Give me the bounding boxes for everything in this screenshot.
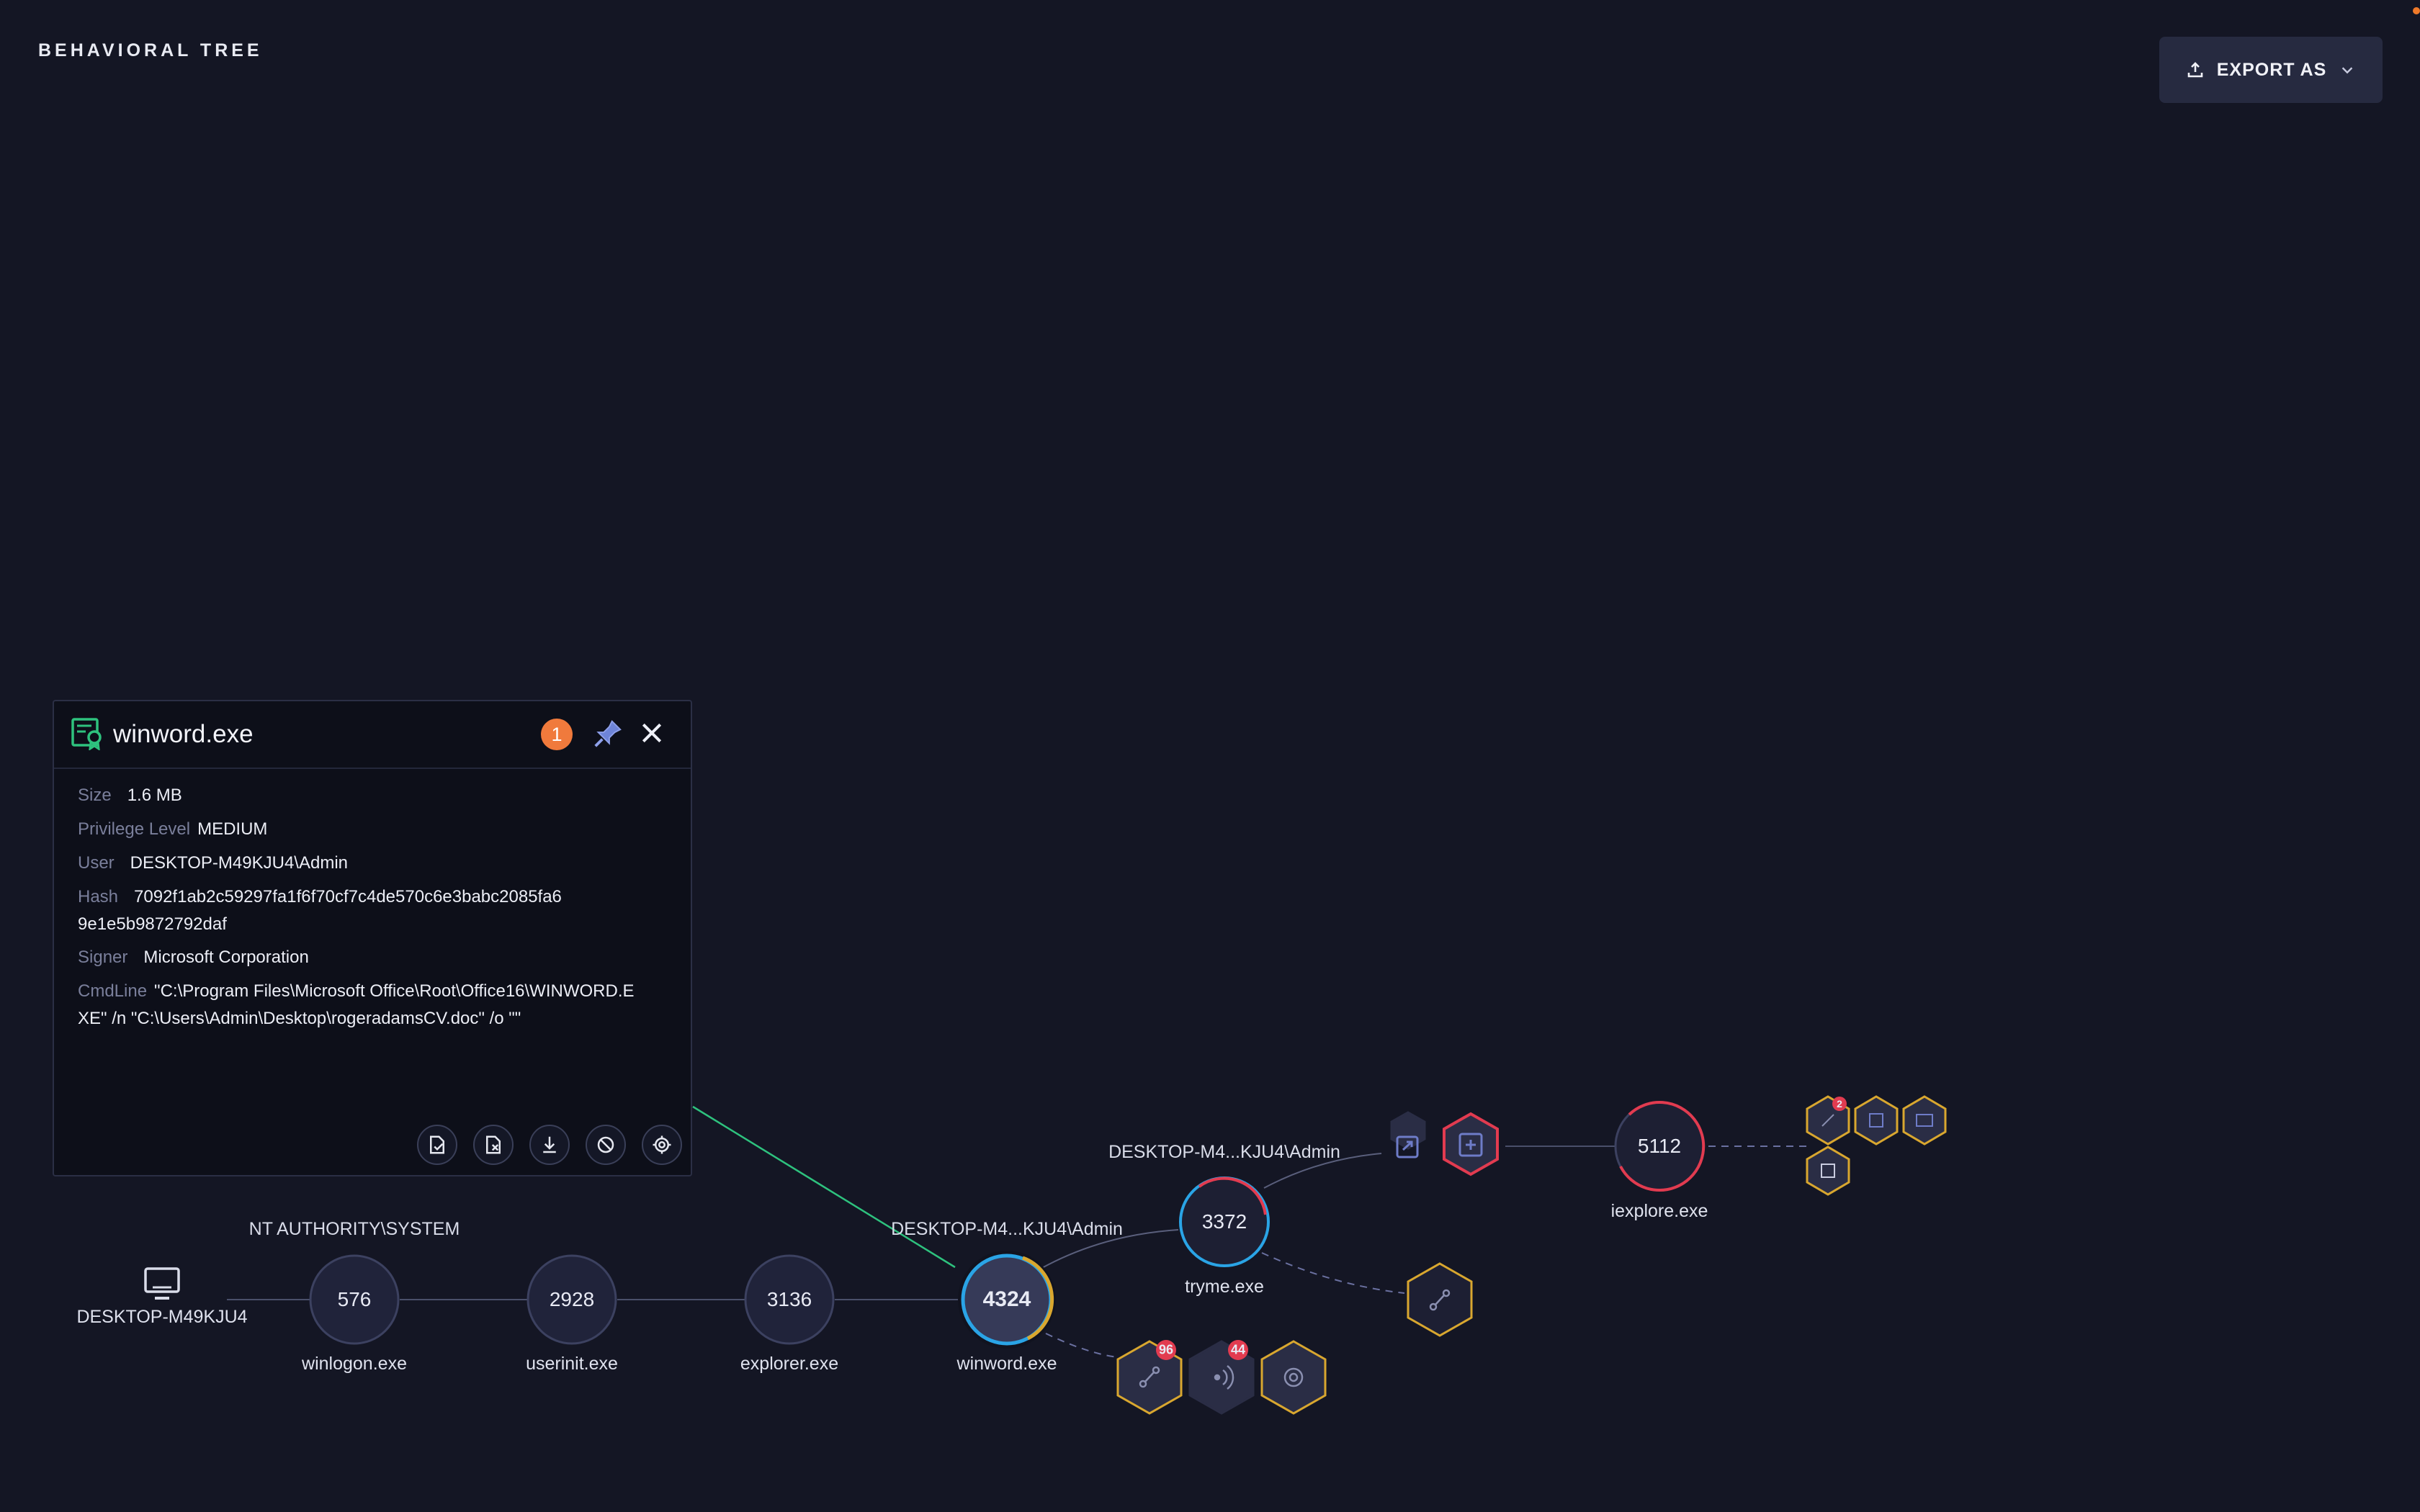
prop-user-label: User [78, 853, 115, 873]
process-name-winword: winword.exe [956, 1354, 1057, 1374]
block-file-button[interactable] [473, 1125, 514, 1165]
edge-panel-connector [692, 1105, 956, 1269]
signed-file-icon [71, 718, 102, 750]
user-label-system: NT AUTHORITY\SYSTEM [248, 1219, 460, 1239]
prop-cmdline-label: CmdLine [78, 981, 148, 1001]
pin-icon[interactable] [591, 717, 624, 750]
prop-cmdline: CmdLine "C:\Program Files\Microsoft Offic… [78, 978, 640, 1032]
pid-576: 576 [337, 1288, 372, 1310]
prop-size-label: Size [78, 786, 112, 805]
prop-signer-label: Signer [78, 948, 128, 967]
hex-iexplore-browser[interactable] [1902, 1095, 1947, 1146]
host-label: DESKTOP-M49KJU4 [76, 1307, 248, 1327]
process-name-winlogon: winlogon.exe [302, 1354, 407, 1374]
download-icon [543, 1136, 556, 1153]
prop-size-value: 1.6 MB [127, 786, 182, 805]
prop-privilege: Privilege Level MEDIUM [78, 816, 683, 843]
pid-3372: 3372 [1201, 1210, 1247, 1233]
hex-winword-settings[interactable] [1260, 1340, 1327, 1415]
pid-4324: 4324 [982, 1287, 1031, 1311]
hex-iexplore-file[interactable] [1806, 1146, 1850, 1196]
panel-title: winword.exe [113, 720, 254, 748]
prop-signer: Signer Microsoft Corporation [78, 944, 683, 971]
locate-button[interactable] [642, 1125, 682, 1165]
process-detail-panel: winword.exe 1 Size 1.6 MB Privilege Level… [53, 700, 692, 1176]
panel-header: winword.exe 1 [54, 701, 691, 769]
process-name-userinit: userinit.exe [526, 1354, 618, 1374]
pid-3136: 3136 [766, 1288, 812, 1310]
close-icon[interactable] [637, 719, 666, 747]
pid-2928: 2928 [549, 1288, 595, 1310]
panel-actions [417, 1125, 682, 1165]
prop-user: User DESKTOP-M49KJU4\Admin [78, 850, 683, 877]
prop-hash: Hash 7092f1ab2c59297fa1f6f70cf7c4de570c6e… [78, 883, 640, 938]
prop-size: Size 1.6 MB [78, 782, 683, 809]
prop-cmdline-value: "C:\Program Files\Microsoft Office\Root\… [78, 981, 635, 1028]
prop-user-value: DESKTOP-M49KJU4\Admin [130, 853, 348, 873]
allow-file-icon [430, 1135, 444, 1154]
badge-count-96: 96 [1158, 1342, 1174, 1357]
behavioral-tree-canvas[interactable]: BEHAVIORAL TREE EXPORT AS 96 44 2 576 29… [0, 0, 2420, 1512]
user-label-winword: DESKTOP-M4...KJU4\Admin [891, 1219, 1123, 1239]
prevent-button[interactable] [586, 1125, 626, 1165]
user-label-tryme: DESKTOP-M4...KJU4\Admin [1108, 1142, 1340, 1162]
prop-hash-value: 7092f1ab2c59297fa1f6f70cf7c4de570c6e3bab… [78, 887, 562, 934]
locate-icon [653, 1135, 671, 1154]
desktop-icon[interactable] [144, 1267, 180, 1300]
prop-privilege-label: Privilege Level [78, 819, 191, 839]
block-file-icon [486, 1135, 501, 1154]
process-name-explorer: explorer.exe [740, 1354, 839, 1374]
badge-count-2: 2 [1837, 1098, 1842, 1110]
hex-iexplore-memory[interactable] [1854, 1095, 1899, 1146]
allow-file-button[interactable] [417, 1125, 457, 1165]
process-name-iexplore: iexplore.exe [1610, 1201, 1708, 1221]
badge-count-44: 44 [1230, 1342, 1246, 1357]
alert-count-badge[interactable]: 1 [541, 719, 573, 750]
process-name-tryme: tryme.exe [1185, 1277, 1264, 1297]
download-button[interactable] [529, 1125, 570, 1165]
prevent-icon [597, 1136, 614, 1153]
prop-signer-value: Microsoft Corporation [143, 948, 309, 967]
pid-5112: 5112 [1637, 1135, 1682, 1157]
edge-tryme-network [1261, 1252, 1405, 1294]
prop-hash-label: Hash [78, 887, 119, 906]
prop-privilege-value: MEDIUM [197, 819, 268, 839]
